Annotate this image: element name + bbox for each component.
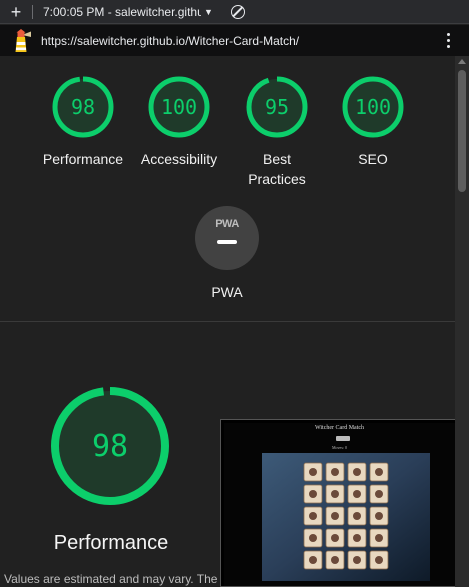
pwa-badge-text: PWA <box>215 218 239 230</box>
preview-card-emblem <box>331 512 339 520</box>
preview-card-emblem <box>309 490 317 498</box>
preview-card-emblem <box>353 490 361 498</box>
preview-game-board <box>262 453 430 581</box>
score-value: 98 <box>71 95 95 119</box>
category-label: SEO <box>358 151 388 167</box>
score-value: 100 <box>161 95 197 119</box>
preview-card-emblem <box>375 468 383 476</box>
preview-card-emblem <box>309 534 317 542</box>
preview-title: Witcher Card Match <box>314 425 365 431</box>
preview-card-emblem <box>375 556 383 564</box>
preview-card-emblem <box>375 490 383 498</box>
preview-card-emblem <box>309 556 317 564</box>
score-value: 95 <box>265 95 289 119</box>
lighthouse-report: 98 Performance 100 Accessibility 95 Best… <box>0 56 455 587</box>
category-label: Performance <box>42 151 124 167</box>
pwa-badge: PWA <box>195 206 259 270</box>
preview-card-emblem <box>331 534 339 542</box>
preview-card-emblem <box>309 512 317 520</box>
plus-icon: + <box>10 1 22 22</box>
estimate-note: Values are estimated and may vary. The <box>4 572 218 586</box>
scroll-up-icon[interactable] <box>458 59 466 64</box>
performance-heading: Performance <box>53 532 169 554</box>
tab-bar: + 7:00:05 PM - salewitcher.github.io ▼ <box>0 0 469 24</box>
url-bar: https://salewitcher.github.io/Witcher-Ca… <box>0 25 469 56</box>
gauge-best-practices[interactable]: 95 Best Practices <box>236 74 318 189</box>
scrollbar-thumb[interactable] <box>458 70 466 192</box>
preview-card-emblem <box>331 490 339 498</box>
more-vertical-icon[interactable] <box>447 33 451 51</box>
category-label: Accessibility <box>140 151 218 167</box>
new-tab-button[interactable]: + <box>0 0 32 24</box>
tab-separator <box>32 4 33 19</box>
preview-card-emblem <box>331 468 339 476</box>
gauge-pwa[interactable]: PWA PWA <box>186 206 268 302</box>
gauge-accessibility[interactable]: 100 Accessibility <box>138 74 220 169</box>
final-screenshot-preview[interactable]: Witcher Card Match Moves: 0 <box>220 419 455 587</box>
section-divider <box>0 321 455 322</box>
score-ring: 95 <box>246 76 308 138</box>
preview-card-emblem <box>331 556 339 564</box>
preview-card-emblem <box>353 468 361 476</box>
category-label: Best Practices <box>248 151 306 187</box>
category-label: PWA <box>211 284 243 300</box>
preview-card-emblem <box>375 534 383 542</box>
minus-icon <box>217 240 237 244</box>
dropdown-caret-icon[interactable]: ▼ <box>204 7 213 17</box>
score-ring: 98 <box>52 76 114 138</box>
preview-moves: Moves: 0 <box>332 445 347 450</box>
score-ring: 100 <box>342 76 404 138</box>
preview-card-emblem <box>375 512 383 520</box>
url-text[interactable]: https://salewitcher.github.io/Witcher-Ca… <box>41 34 299 48</box>
preview-card-emblem <box>353 556 361 564</box>
performance-gauge-large: 98 <box>51 387 169 505</box>
gauge-seo[interactable]: 100 SEO <box>332 74 414 169</box>
preview-card-emblem <box>353 534 361 542</box>
gauge-performance[interactable]: 98 Performance <box>42 74 124 169</box>
preview-button <box>336 436 350 441</box>
preview-card-emblem <box>309 468 317 476</box>
blocked-icon[interactable] <box>230 4 245 19</box>
lighthouse-icon <box>8 27 34 54</box>
large-score-value: 98 <box>92 429 128 464</box>
score-value: 100 <box>355 95 391 119</box>
scrollbar[interactable] <box>455 56 469 587</box>
tab-title[interactable]: 7:00:05 PM - salewitcher.github.io <box>43 5 201 19</box>
preview-card-emblem <box>353 512 361 520</box>
score-ring: 100 <box>148 76 210 138</box>
preview-page: Witcher Card Match Moves: 0 <box>224 423 455 586</box>
